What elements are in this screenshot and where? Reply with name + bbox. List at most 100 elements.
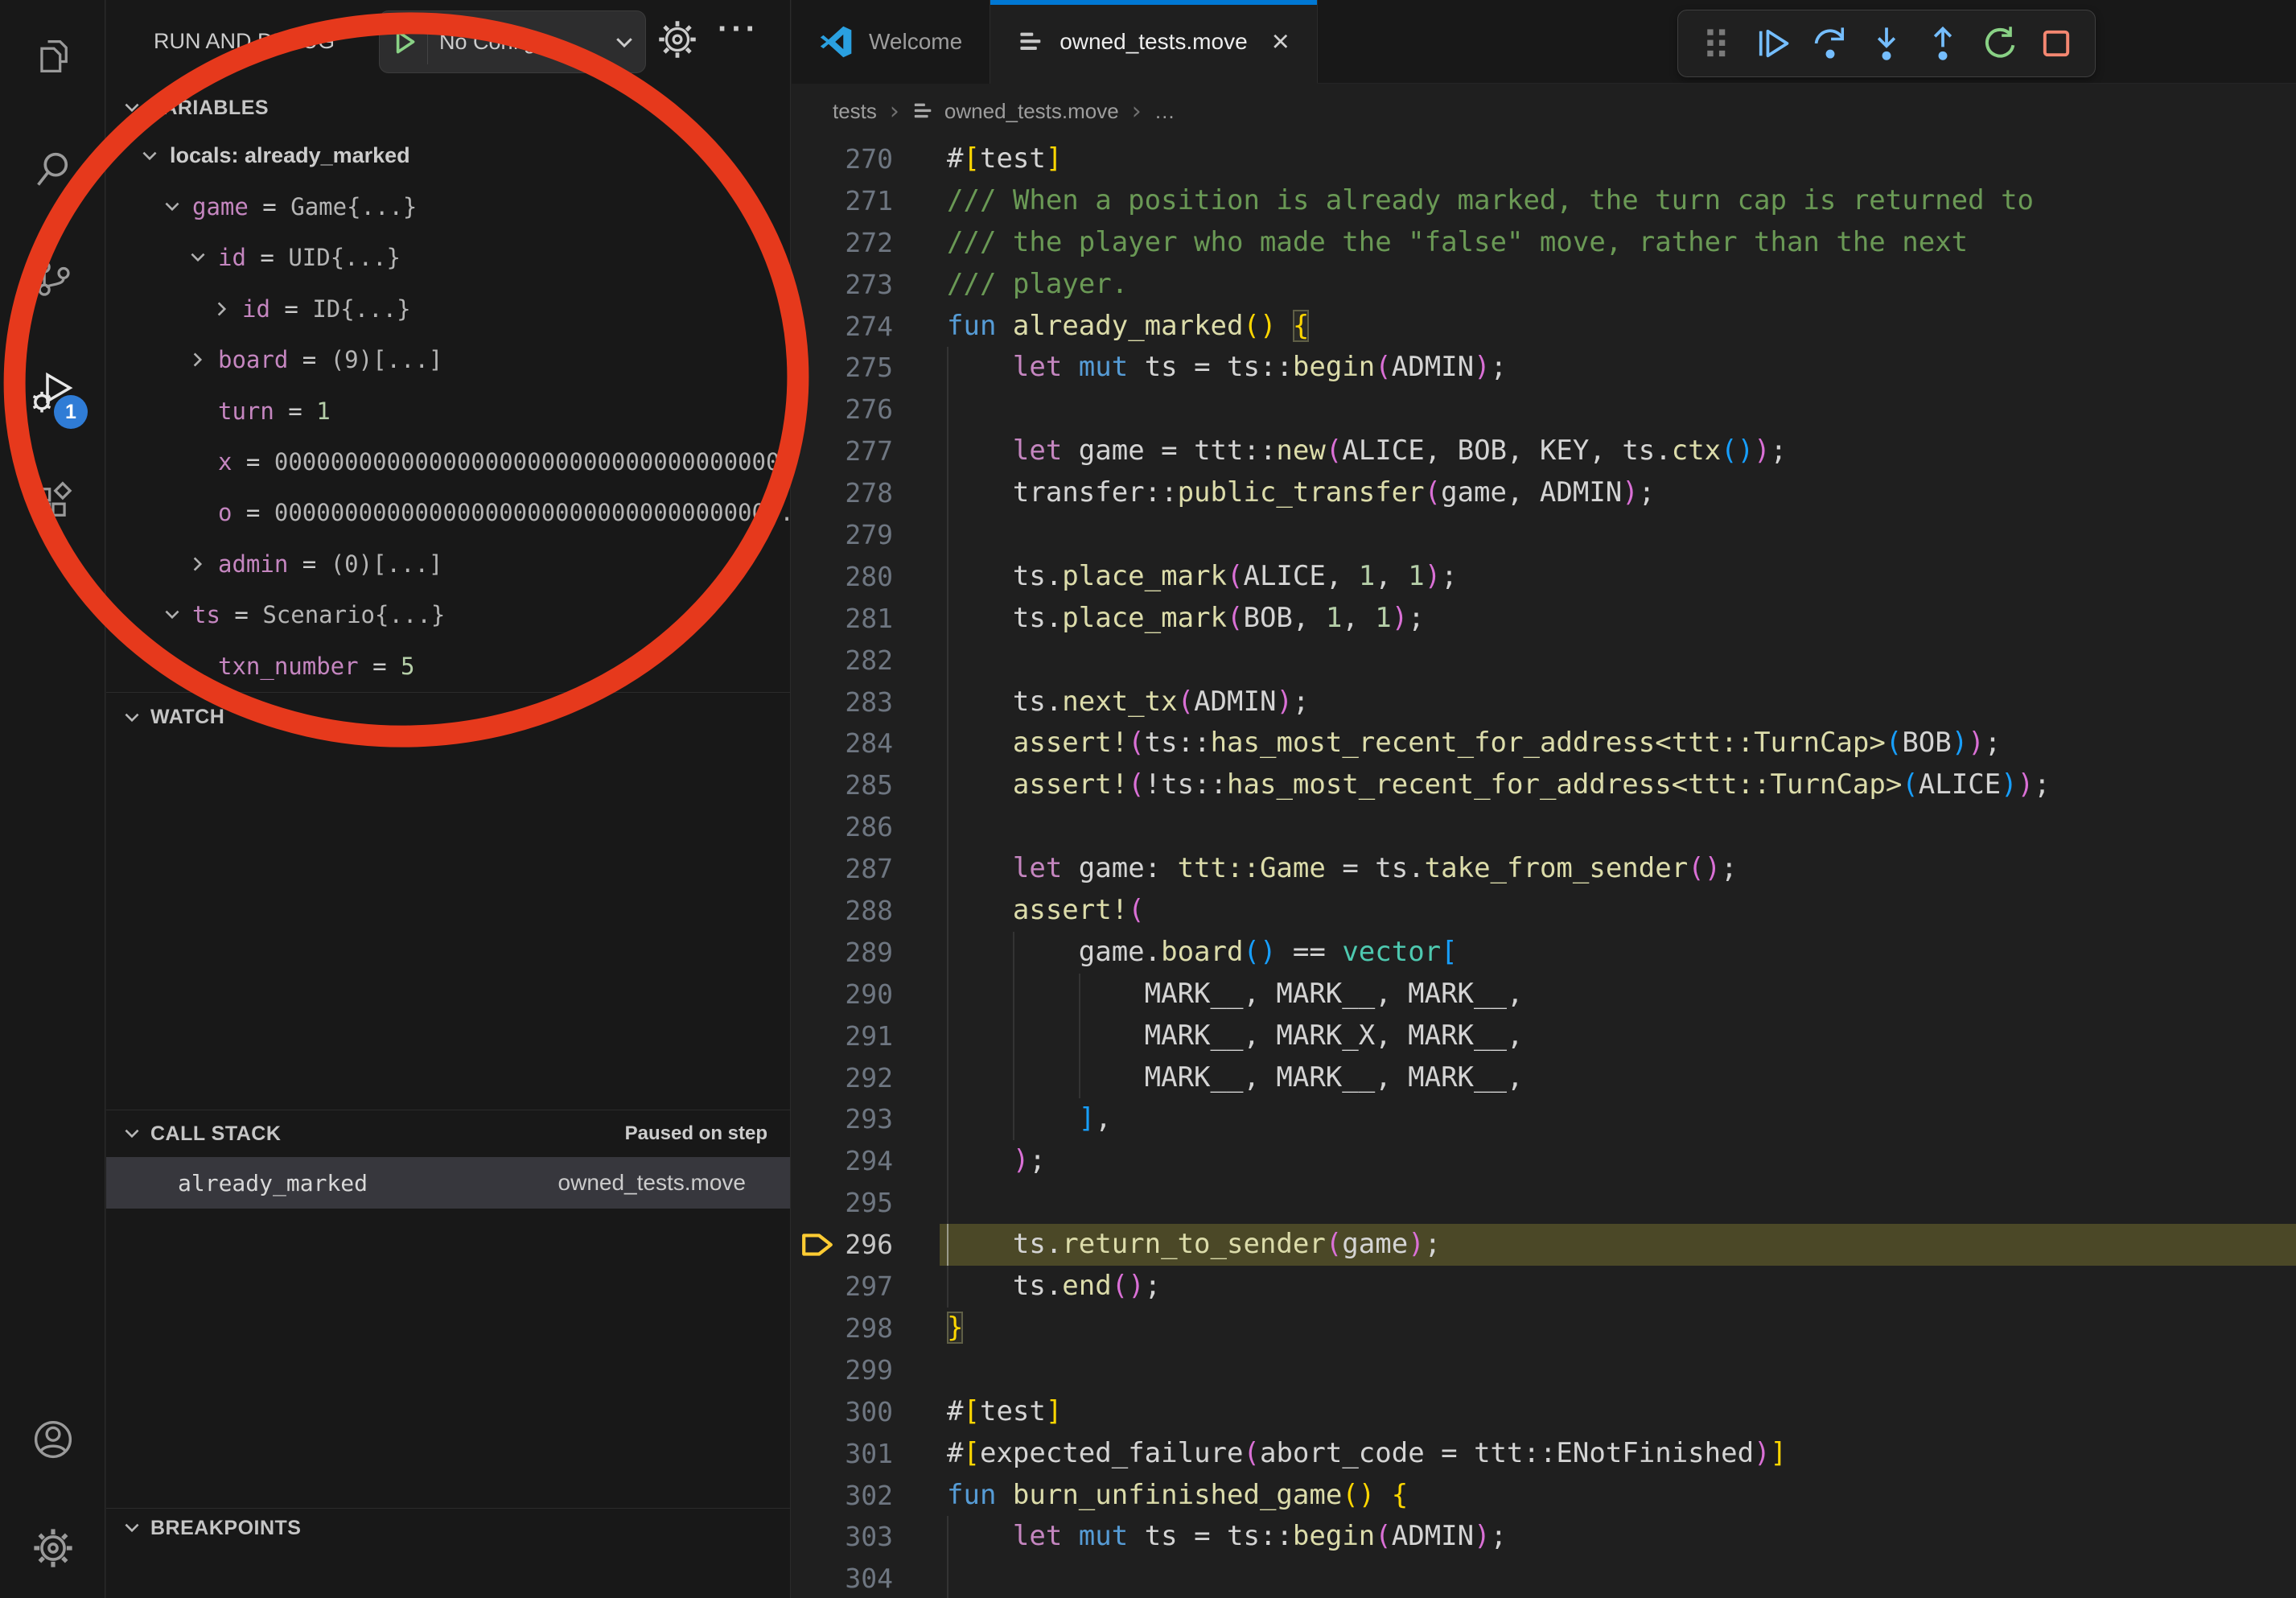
run-and-debug-button[interactable]: 1	[0, 348, 105, 437]
close-icon[interactable]: ×	[1272, 27, 1290, 57]
code-line[interactable]: 276	[792, 389, 2296, 430]
source-control-button[interactable]	[0, 234, 105, 323]
code-content: fun already_marked() {	[893, 306, 2296, 348]
code-area[interactable]: 270#[test]271/// When a position is alre…	[792, 138, 2296, 1598]
code-line[interactable]: 290 MARK__, MARK__, MARK__,	[792, 974, 2296, 1015]
chevron-right-icon[interactable]	[187, 349, 218, 370]
code-line[interactable]: 287 let game: ttt::Game = ts.take_from_s…	[792, 848, 2296, 890]
tab-owned-tests-move[interactable]: owned_tests.move ×	[990, 0, 1318, 84]
call-stack-section-header[interactable]: CALL STACK Paused on step	[106, 1110, 790, 1157]
search-button[interactable]	[0, 124, 105, 212]
code-line[interactable]: 293 ],	[792, 1098, 2296, 1140]
breadcrumb-item-symbol[interactable]: …	[1154, 99, 1175, 124]
variable-row[interactable]: admin = (0)[...]	[106, 538, 790, 589]
search-icon	[32, 147, 74, 189]
explorer-button[interactable]	[0, 12, 105, 101]
equals: =	[232, 448, 274, 476]
variable-row[interactable]: turn = 1	[106, 385, 790, 436]
drag-grip-icon[interactable]	[1696, 23, 1738, 64]
code-line[interactable]: 291 MARK__, MARK_X, MARK__,	[792, 1015, 2296, 1057]
tab-welcome[interactable]: Welcome	[792, 0, 990, 84]
chevron-down-icon[interactable]	[139, 146, 170, 167]
code-line[interactable]: 289 game.board() == vector[	[792, 932, 2296, 974]
code-line[interactable]: 274fun already_marked() {	[792, 306, 2296, 348]
code-line[interactable]: 304	[792, 1558, 2296, 1598]
code-line[interactable]: 283 ts.next_tx(ADMIN);	[792, 682, 2296, 723]
code-content	[893, 389, 2296, 430]
start-debugging-button[interactable]	[380, 19, 428, 64]
settings-button[interactable]	[0, 1504, 105, 1592]
frame-function: already_marked	[178, 1170, 368, 1196]
launch-config-select[interactable]: No Configur	[428, 30, 603, 55]
code-line[interactable]: 294 );	[792, 1140, 2296, 1182]
code-line[interactable]: 303 let mut ts = ts::begin(ADMIN);	[792, 1516, 2296, 1558]
run-and-debug-panel: RUN AND DEBUG No Configur	[106, 0, 791, 1598]
step-out-button[interactable]	[1922, 23, 1964, 64]
code-line[interactable]: 286	[792, 806, 2296, 848]
code-line[interactable]: 288 assert!(	[792, 890, 2296, 932]
variable-row[interactable]: id = ID{...}	[106, 283, 790, 334]
step-into-button[interactable]	[1866, 23, 1907, 64]
code-line[interactable]: 277 let game = ttt::new(ALICE, BOB, KEY,…	[792, 430, 2296, 472]
more-actions-button[interactable]: ···	[718, 11, 759, 47]
variable-name: id	[242, 295, 270, 323]
chevron-right-icon[interactable]	[187, 554, 218, 575]
debug-settings-button[interactable]	[656, 19, 698, 60]
variable-value: 5	[401, 653, 414, 680]
current-frame-indicator-icon[interactable]	[792, 1224, 843, 1266]
variable-row[interactable]: o = 000000000000000000000000000000000000…	[106, 488, 790, 538]
code-line[interactable]: 278 transfer::public_transfer(game, ADMI…	[792, 472, 2296, 514]
code-line[interactable]: 285 assert!(!ts::has_most_recent_for_add…	[792, 764, 2296, 806]
code-line[interactable]: 300#[test]	[792, 1391, 2296, 1433]
variable-row[interactable]: board = (9)[...]	[106, 335, 790, 385]
code-line[interactable]: 292 MARK__, MARK__, MARK__,	[792, 1057, 2296, 1099]
restart-button[interactable]	[1979, 23, 2021, 64]
chevron-down-icon[interactable]	[187, 247, 218, 268]
code-content	[893, 514, 2296, 556]
variable-row[interactable]: ts = Scenario{...}	[106, 590, 790, 640]
code-line[interactable]: 302fun burn_unfinished_game() {	[792, 1475, 2296, 1517]
code-line[interactable]: 273/// player.	[792, 264, 2296, 306]
code-line[interactable]: 271/// When a position is already marked…	[792, 180, 2296, 222]
variable-row[interactable]: game = Game{...}	[106, 181, 790, 232]
continue-button[interactable]	[1752, 23, 1794, 64]
code-line[interactable]: 295	[792, 1182, 2296, 1224]
code-line[interactable]: 298}	[792, 1308, 2296, 1349]
step-over-button[interactable]	[1809, 23, 1851, 64]
chevron-down-icon[interactable]	[162, 604, 192, 625]
variable-row[interactable]: x = 000000000000000000000000000000000000…	[106, 436, 790, 487]
breadcrumb-item-file[interactable]: owned_tests.move	[944, 99, 1119, 124]
indent-guide	[947, 1558, 948, 1598]
breakpoints-section-header[interactable]: BREAKPOINTS	[106, 1508, 790, 1547]
code-line[interactable]: 282	[792, 640, 2296, 682]
variable-row[interactable]: id = UID{...}	[106, 233, 790, 283]
chevron-down-icon[interactable]	[603, 30, 645, 54]
variable-row[interactable]: txn_number = 5	[106, 640, 790, 691]
glyph-margin	[792, 1516, 843, 1558]
breadcrumb-item-tests[interactable]: tests	[833, 99, 877, 124]
code-line[interactable]: 301#[expected_failure(abort_code = ttt::…	[792, 1433, 2296, 1475]
variables-section-header[interactable]: VARIABLES	[106, 85, 790, 130]
code-line[interactable]: 270#[test]	[792, 138, 2296, 180]
code-content: let mut ts = ts::begin(ADMIN);	[893, 347, 2296, 389]
chevron-down-icon[interactable]	[162, 196, 192, 217]
code-line[interactable]: 281 ts.place_mark(BOB, 1, 1);	[792, 598, 2296, 640]
extensions-button[interactable]	[0, 458, 105, 546]
equals: =	[274, 397, 316, 425]
code-line[interactable]: 296 ts.return_to_sender(game);	[792, 1224, 2296, 1266]
code-line[interactable]: 272/// the player who made the "false" m…	[792, 222, 2296, 264]
line-number: 275	[843, 347, 893, 389]
code-line[interactable]: 299	[792, 1349, 2296, 1391]
code-line[interactable]: 275 let mut ts = ts::begin(ADMIN);	[792, 347, 2296, 389]
section-label: WATCH	[150, 706, 224, 729]
chevron-right-icon[interactable]	[212, 299, 242, 319]
stop-button[interactable]	[2035, 23, 2077, 64]
watch-section-header[interactable]: WATCH	[106, 692, 790, 742]
accounts-button[interactable]	[0, 1395, 105, 1484]
variable-row[interactable]: locals: already_marked	[106, 130, 790, 181]
code-line[interactable]: 284 assert!(ts::has_most_recent_for_addr…	[792, 723, 2296, 764]
code-line[interactable]: 279	[792, 514, 2296, 556]
code-line[interactable]: 280 ts.place_mark(ALICE, 1, 1);	[792, 556, 2296, 598]
code-line[interactable]: 297 ts.end();	[792, 1266, 2296, 1308]
call-stack-frame[interactable]: already_markedowned_tests.move	[106, 1157, 790, 1209]
